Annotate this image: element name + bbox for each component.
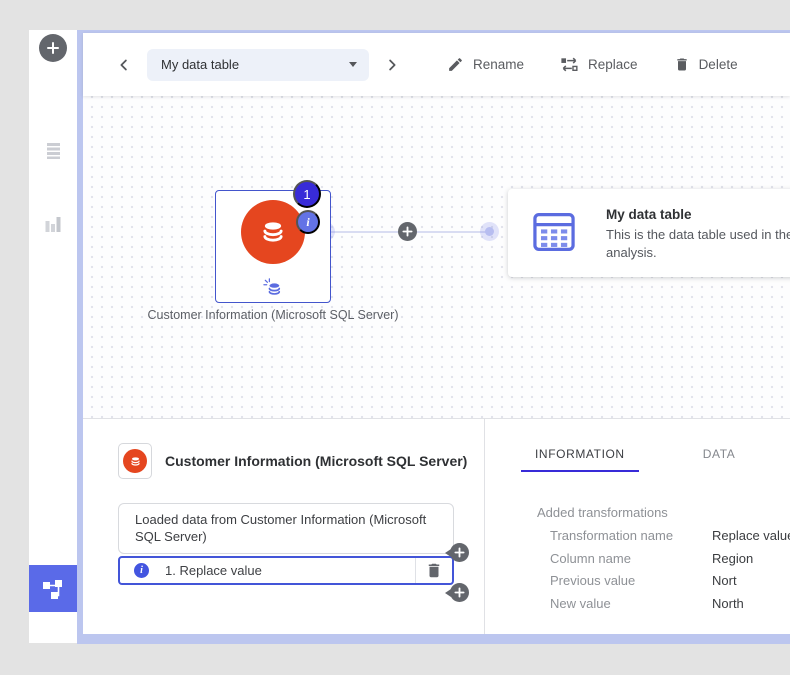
table-icon: [528, 206, 580, 260]
replace-label: Replace: [588, 57, 638, 72]
data-table-node-card[interactable]: My data table This is the data table use…: [508, 189, 790, 277]
details-panel: Customer Information (Microsoft SQL Serv…: [83, 419, 790, 634]
insert-transformation-top: [445, 543, 469, 562]
table-selector-dropdown[interactable]: My data table: [147, 49, 369, 81]
add-transformation-on-link-button[interactable]: [398, 222, 417, 241]
info-icon[interactable]: i: [134, 563, 149, 578]
connector-dot-target[interactable]: [485, 227, 494, 236]
rename-label: Rename: [473, 57, 524, 72]
list-icon: [46, 141, 61, 160]
add-transformation-button[interactable]: [450, 583, 469, 602]
info-row: New value North: [550, 597, 790, 611]
information-tab-content: Added transformations Transformation nam…: [521, 505, 790, 610]
pencil-icon: [447, 56, 464, 73]
data-table-node-title: My data table: [606, 206, 790, 223]
trash-icon: [425, 561, 443, 580]
graph-canvas[interactable]: 1 i Customer Information (Microsoft SQL …: [83, 96, 790, 419]
left-sidebar: [29, 30, 77, 643]
transformed-data-icon: [262, 278, 284, 297]
table-actions: Rename Replace Delete: [447, 56, 738, 73]
replace-button[interactable]: Replace: [560, 56, 638, 73]
sidebar-item-visualizations[interactable]: [29, 201, 77, 245]
plus-icon: [402, 226, 413, 237]
plus-icon: [454, 587, 465, 598]
bar-chart-icon: [45, 215, 61, 232]
rename-button[interactable]: Rename: [447, 56, 524, 73]
plus-icon: [454, 547, 465, 558]
source-node-label: Customer Information (Microsoft SQL Serv…: [113, 308, 433, 322]
source-node-card[interactable]: [215, 190, 331, 303]
info-row-label: Transformation name: [550, 529, 712, 543]
info-row-value: Replace value: [712, 529, 790, 543]
source-details-header: Customer Information (Microsoft SQL Serv…: [118, 443, 467, 479]
loaded-data-card[interactable]: Loaded data from Customer Information (M…: [118, 503, 454, 554]
add-button[interactable]: [39, 34, 67, 62]
delete-button[interactable]: Delete: [674, 56, 738, 73]
previous-table-button[interactable]: [113, 52, 135, 78]
info-row-label: Column name: [550, 552, 712, 566]
info-row: Previous value Nort: [550, 574, 790, 588]
data-flow-icon: [41, 577, 65, 601]
source-details-title: Customer Information (Microsoft SQL Serv…: [165, 453, 467, 469]
added-transformations-label: Added transformations: [537, 505, 790, 520]
node-info-badge[interactable]: i: [296, 210, 320, 234]
data-canvas-panel: My data table Rename: [77, 30, 790, 644]
transformation-row-label: 1. Replace value: [165, 563, 415, 578]
canvas-toolbar: My data table Rename: [83, 33, 790, 96]
source-node-footer: [216, 272, 330, 302]
info-row: Transformation name Replace value: [550, 529, 790, 543]
details-tabs: INFORMATION DATA: [521, 447, 790, 472]
chevron-left-icon: [115, 56, 133, 74]
info-row-label: New value: [550, 597, 712, 611]
info-row: Column name Region: [550, 552, 790, 566]
sidebar-item-pages[interactable]: [29, 128, 77, 172]
add-transformation-button[interactable]: [450, 543, 469, 562]
info-row-label: Previous value: [550, 574, 712, 588]
data-table-node-text: My data table This is the data table use…: [606, 206, 790, 260]
chevron-down-icon: [349, 62, 357, 67]
transformation-row[interactable]: i 1. Replace value: [118, 556, 454, 585]
table-selector-value: My data table: [161, 57, 349, 72]
information-section: INFORMATION DATA Added transformations T…: [485, 419, 790, 634]
source-icon-tile: [118, 443, 152, 479]
info-row-value: Nort: [712, 574, 737, 588]
plus-icon: [46, 41, 60, 55]
insert-transformation-bottom: [445, 583, 469, 602]
info-row-value: Region: [712, 552, 753, 566]
data-table-node-description: This is the data table used in the analy…: [606, 226, 790, 262]
tab-information[interactable]: INFORMATION: [521, 447, 639, 472]
replace-icon: [560, 56, 579, 73]
next-table-button[interactable]: [381, 52, 403, 78]
source-details-section: Customer Information (Microsoft SQL Serv…: [83, 419, 485, 634]
sidebar-item-data-canvas[interactable]: [29, 565, 77, 612]
database-source-icon: [123, 449, 147, 473]
info-row-value: North: [712, 597, 744, 611]
delete-label: Delete: [699, 57, 738, 72]
trash-icon: [674, 56, 690, 73]
database-source-icon: [241, 200, 305, 264]
tab-data[interactable]: DATA: [689, 447, 750, 472]
chevron-right-icon: [383, 56, 401, 74]
transformation-count-badge[interactable]: 1: [293, 180, 321, 208]
